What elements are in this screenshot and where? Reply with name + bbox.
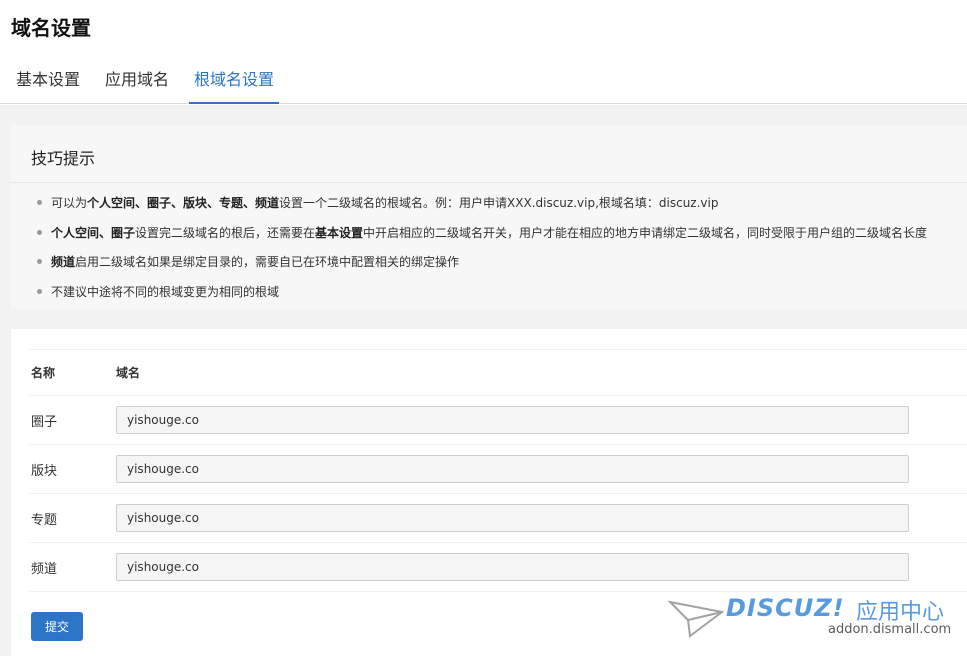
divider (29, 591, 967, 592)
row-label-forum: 版块 (31, 464, 58, 479)
tab-app-domain[interactable]: 应用域名 (105, 66, 169, 104)
column-header-name: 名称 (31, 366, 56, 380)
submit-button[interactable]: 提交 (31, 612, 83, 641)
tips-panel: 技巧提示 可以为个人空间、圈子、版块、专题、频道设置一个二级域名的根域名。例：用… (11, 125, 967, 309)
tip-item: 个人空间、圈子设置完二级域名的根后，还需要在基本设置中开启相应的二级域名开关，用… (36, 226, 928, 240)
divider (29, 349, 967, 350)
tab-bar: 基本设置 应用域名 根域名设置 (0, 58, 967, 104)
group-domain-input[interactable] (116, 406, 909, 434)
page-title: 域名设置 (11, 16, 91, 40)
channel-domain-input[interactable] (116, 553, 909, 581)
tips-header: 技巧提示 (11, 125, 967, 183)
tips-title: 技巧提示 (31, 149, 96, 168)
topic-domain-input[interactable] (116, 504, 909, 532)
row-label-channel: 频道 (31, 562, 58, 577)
divider (29, 395, 967, 396)
divider (29, 542, 967, 543)
forum-domain-input[interactable] (116, 455, 909, 483)
divider (29, 444, 967, 445)
tab-basic-settings[interactable]: 基本设置 (16, 66, 80, 104)
tip-item: 频道启用二级域名如果是绑定目录的，需要自已在环境中配置相关的绑定操作 (36, 255, 460, 269)
divider (29, 493, 967, 494)
tab-root-domain-settings[interactable]: 根域名设置 (189, 66, 279, 104)
tip-item: 不建议中途将不同的根域变更为相同的根域 (36, 285, 280, 299)
column-header-domain: 域名 (116, 366, 141, 380)
domain-form: 名称 域名 圈子 版块 专题 频道 提交 (11, 329, 967, 656)
tip-item: 可以为个人空间、圈子、版块、专题、频道设置一个二级域名的根域名。例：用户申请XX… (36, 196, 719, 210)
row-label-topic: 专题 (31, 513, 58, 528)
row-label-group: 圈子 (31, 415, 58, 430)
